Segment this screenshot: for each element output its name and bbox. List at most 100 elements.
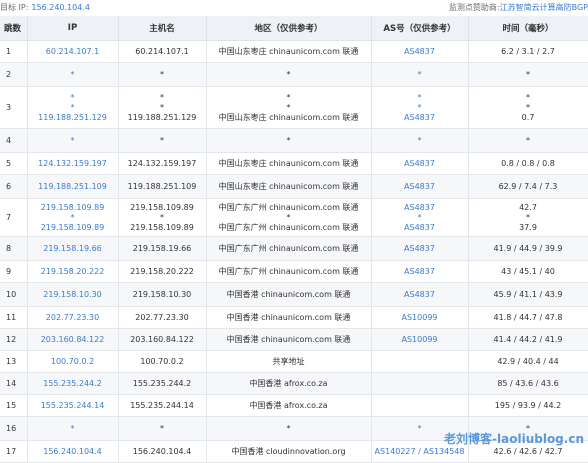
as-cell: AS10099	[371, 306, 469, 329]
as-cell: AS4837	[371, 40, 469, 63]
hop-number: 10	[0, 282, 28, 307]
table-row: 10 219.158.10.30 219.158.10.30 中国香港 chinaun…	[0, 282, 588, 307]
table-row: 15 155.235.244.14 155.235.244.14 中国香港 afrox…	[0, 394, 588, 417]
hostname-cell-line: 219.158.19.66	[132, 243, 192, 253]
region-cell: 共享地址	[206, 350, 372, 373]
time-cell-line: 42.7	[519, 202, 537, 212]
ip-cell-line[interactable]: 203.160.84.122	[28, 335, 118, 345]
as-cell-line[interactable]: AS4837	[372, 113, 468, 123]
ip-cell-line[interactable]: 219.158.109.89	[28, 223, 118, 233]
region-cell: 中国广东广州 chinaunicom.com 联通 * 中国广东广州 chinaun…	[206, 198, 372, 237]
time-cell-line: 37.9	[519, 222, 537, 232]
table-row: 14 155.235.244.2 155.235.244.2 中国香港 afrox.c…	[0, 372, 588, 395]
table-row: 4 * * * * *	[0, 128, 588, 153]
as-cell-line[interactable]: AS4837	[372, 290, 468, 300]
hostname-cell-line: 119.188.251.109	[127, 181, 197, 191]
as-cell-line[interactable]: AS4837	[372, 223, 468, 233]
time-cell-line: 62.9 / 7.4 / 7.3	[498, 181, 558, 191]
time-cell-line: 85 / 43.6 / 43.6	[497, 378, 559, 388]
as-cell: AS4837	[371, 152, 469, 175]
col-time: 时间（毫秒）	[468, 16, 588, 41]
ip-cell-line[interactable]: 119.188.251.109	[28, 182, 118, 192]
table-row: 9 219.158.20.222 219.158.20.222 中国广东广州 chin…	[0, 260, 588, 283]
ip-cell-line[interactable]: 219.158.19.66	[28, 244, 118, 254]
region-cell-line: 中国广东广州 chinaunicom.com 联通	[218, 222, 359, 232]
hostname-cell-line: 155.235.244.2	[132, 378, 192, 388]
hop-number: 13	[0, 350, 28, 373]
time-cell: 0.8 / 0.8 / 0.8	[468, 152, 588, 175]
hostname-cell: 155.235.244.14	[118, 394, 207, 417]
time-cell-line: *	[526, 135, 530, 145]
hostname-cell: 60.214.107.1	[118, 40, 207, 63]
time-cell-line: *	[526, 69, 530, 79]
hostname-cell: *	[118, 416, 207, 441]
region-cell: 中国广东广州 chinaunicom.com 联通	[206, 260, 372, 283]
as-cell	[371, 350, 469, 373]
target-label: 目标 IP:	[0, 3, 29, 12]
target-ip[interactable]: 156.240.104.4	[31, 3, 90, 12]
hostname-cell: 100.70.0.2	[118, 350, 207, 373]
ip-cell-line[interactable]: 155.235.244.14	[28, 401, 118, 411]
ip-cell: 202.77.23.30	[27, 306, 119, 329]
hostname-cell: 219.158.109.89 * 219.158.109.89	[118, 198, 207, 237]
as-cell-line[interactable]: AS10099	[372, 335, 468, 345]
ip-cell-line[interactable]: 119.188.251.129	[28, 113, 118, 123]
region-cell: 中国香港 cloudinnovation.org	[206, 440, 372, 463]
hop-number: 16	[0, 416, 28, 441]
region-cell: * * 中国山东枣庄 chinaunicom.com 联通	[206, 86, 372, 129]
time-cell-line: 0.7	[521, 112, 535, 122]
hop-number: 1	[0, 40, 28, 63]
ip-cell-line[interactable]: 219.158.20.222	[28, 267, 118, 277]
ip-cell-line[interactable]: 124.132.159.197	[28, 159, 118, 169]
region-cell-line: 中国广东广州 chinaunicom.com 联通	[218, 202, 359, 212]
ip-cell-line[interactable]: 202.77.23.30	[28, 313, 118, 323]
ip-cell-line[interactable]: 100.70.0.2	[28, 357, 118, 367]
time-cell: 42.9 / 40.4 / 44	[468, 350, 588, 373]
ip-cell: 219.158.10.30	[27, 282, 119, 307]
as-cell: AS4837	[371, 236, 469, 261]
as-cell-line[interactable]: AS4837	[372, 203, 468, 213]
time-cell: 85 / 43.6 / 43.6	[468, 372, 588, 395]
ip-cell-line[interactable]: 60.214.107.1	[28, 47, 118, 57]
table-row: 11 202.77.23.30 202.77.23.30 中国香港 chinaunic…	[0, 306, 588, 329]
table-row: 2 * * * * *	[0, 62, 588, 87]
time-cell-line: 45.9 / 41.1 / 43.9	[493, 289, 563, 299]
region-cell: 中国山东枣庄 chinaunicom.com 联通	[206, 152, 372, 175]
ip-cell-line: *	[70, 102, 75, 112]
sponsor-link[interactable]: 江苏智简云计算高防BGP	[500, 3, 588, 12]
region-cell: 中国香港 chinaunicom.com 联通	[206, 306, 372, 329]
as-cell-line[interactable]: AS4837	[372, 182, 468, 192]
ip-cell-line[interactable]: 155.235.244.2	[28, 379, 118, 389]
as-cell-line[interactable]: AS10099	[372, 313, 468, 323]
time-cell: 62.9 / 7.4 / 7.3	[468, 174, 588, 199]
region-cell: 中国香港 chinaunicom.com 联通	[206, 282, 372, 307]
ip-cell-line[interactable]: 219.158.109.89	[28, 203, 118, 213]
time-cell-line: 41.8 / 44.7 / 47.8	[493, 312, 563, 322]
time-cell: 42.7 * 37.9	[468, 198, 588, 237]
time-cell: 41.8 / 44.7 / 47.8	[468, 306, 588, 329]
time-cell: 6.2 / 3.1 / 2.7	[468, 40, 588, 63]
as-cell-line[interactable]: AS4837	[372, 47, 468, 57]
hostname-cell-line: 203.160.84.122	[130, 334, 194, 344]
time-cell-line: 6.2 / 3.1 / 2.7	[501, 46, 555, 56]
hop-number: 6	[0, 174, 28, 199]
ip-cell: *	[27, 416, 119, 441]
hop-number: 12	[0, 328, 28, 351]
ip-cell-line[interactable]: 156.240.104.4	[28, 447, 118, 457]
region-cell: 中国香港 afrox.co.za	[206, 372, 372, 395]
region-cell: 中国香港 afrox.co.za	[206, 394, 372, 417]
as-cell-line[interactable]: AS140227 / AS134548	[372, 447, 468, 457]
ip-cell-line[interactable]: 219.158.10.30	[28, 290, 118, 300]
hostname-cell-line: *	[160, 423, 164, 433]
as-cell-line[interactable]: AS4837	[372, 244, 468, 254]
region-cell: 中国香港 chinaunicom.com 联通	[206, 328, 372, 351]
as-cell-line[interactable]: AS4837	[372, 267, 468, 277]
hostname-cell-line: *	[160, 92, 164, 102]
ip-cell-line: *	[70, 212, 75, 222]
ip-cell-line: *	[70, 69, 75, 79]
as-cell: AS4837	[371, 282, 469, 307]
region-cell: 中国山东枣庄 chinaunicom.com 联通	[206, 40, 372, 63]
as-cell-line[interactable]: AS4837	[372, 159, 468, 169]
region-cell: 中国山东枣庄 chinaunicom.com 联通	[206, 174, 372, 199]
ip-cell: 155.235.244.14	[27, 394, 119, 417]
